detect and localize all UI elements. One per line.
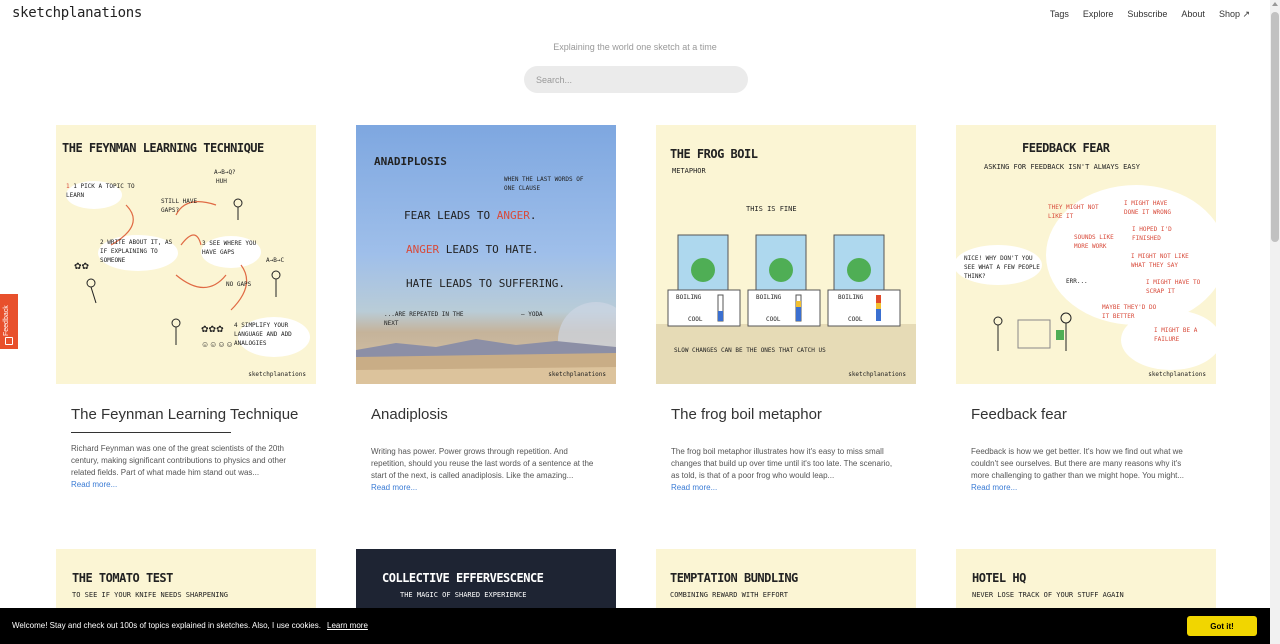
post-card[interactable]: THE FROG BOIL METAPHOR THIS IS FINE BOIL…	[656, 125, 916, 492]
sketch-repeated: ...ARE REPEATED IN THE NEXT	[384, 311, 464, 327]
sketch-thought: SOUNDS LIKE MORE WORK	[1074, 234, 1114, 250]
post-title[interactable]: Anadiplosis	[371, 406, 601, 424]
sketch-thought: I MIGHT NOT LIKE WHAT THEY SAY	[1131, 253, 1189, 269]
feedback-icon	[5, 337, 13, 345]
nav-about[interactable]: About	[1181, 9, 1205, 20]
post-thumbnail[interactable]: HOTEL HQ NEVER LOSE TRACK OF YOUR STUFF …	[956, 549, 1216, 608]
sketch-step1: 1 1 PICK A TOPIC TO LEARN	[66, 183, 135, 199]
nav-subscribe[interactable]: Subscribe	[1127, 9, 1167, 20]
read-more-link[interactable]: Read more...	[971, 483, 1201, 492]
sketch-cool: COOL	[688, 316, 703, 323]
read-more-link[interactable]: Read more...	[671, 483, 901, 492]
nav-tags[interactable]: Tags	[1050, 9, 1069, 20]
sketch-subheading: NEVER LOSE TRACK OF YOUR STUFF AGAIN	[972, 591, 1124, 599]
post-thumbnail[interactable]: COLLECTIVE EFFERVESCENCE THE MAGIC OF SH…	[356, 549, 616, 608]
sketch-cool: COOL	[848, 316, 863, 323]
post-thumbnail[interactable]: TEMPTATION BUNDLING COMBINING REWARD WIT…	[656, 549, 916, 608]
sketch-abc: A→B→C	[266, 257, 285, 264]
sketch-speech: NICE! WHY DON'T YOU SEE WHAT A FEW PEOPL…	[964, 255, 1040, 280]
feedback-label: Feedback	[3, 305, 10, 336]
feedback-tab[interactable]: Feedback	[0, 294, 18, 349]
sketch-nogaps: NO GAPS	[226, 281, 252, 288]
sketch-thought: MAYBE THEY'D DO IT BETTER	[1102, 304, 1157, 320]
post-thumbnail[interactable]: ANADIPLOSIS WHEN THE LAST WORDS OF ONE C…	[356, 125, 616, 384]
sketch-line2: ANGER LEADS TO HATE.	[406, 243, 539, 256]
post-title[interactable]: Feedback fear	[971, 406, 1201, 424]
sketch-subheading: TO SEE IF YOUR KNIFE NEEDS SHARPENING	[72, 591, 228, 599]
sketch-heading: TEMPTATION BUNDLING	[670, 571, 798, 585]
read-more-link[interactable]: Read more...	[71, 480, 301, 489]
sketch-note: WHEN THE LAST WORDS OF ONE CLAUSE	[504, 176, 584, 192]
sketch-thought: I MIGHT HAVE TO SCRAP IT	[1146, 279, 1201, 295]
sketch-still: STILL HAVE GAPS?	[161, 198, 198, 214]
sketch-heading: THE TOMATO TEST	[72, 571, 173, 585]
sketch-step4: 4 SIMPLIFY YOUR LANGUAGE AND ADD ANALOGI…	[234, 322, 292, 347]
post-card[interactable]: THE FEYNMAN LEARNING TECHNIQUE ✿✿✿ ☺☺☺☺ …	[56, 125, 316, 489]
sketch-heading: COLLECTIVE EFFERVESCENCE	[382, 571, 544, 585]
nav-shop[interactable]: Shop ↗	[1219, 9, 1250, 20]
sketch-thought: THEY MIGHT NOT LIKE IT	[1048, 204, 1099, 220]
post-excerpt: The frog boil metaphor illustrates how i…	[671, 447, 893, 480]
post-thumbnail[interactable]: FEEDBACK FEAR ASKING FOR FEEDBACK ISN'T …	[956, 125, 1216, 384]
sketch-thought: I MIGHT HAVE DONE IT WRONG	[1124, 200, 1171, 216]
sketch-heading: FEEDBACK FEAR	[1022, 141, 1110, 155]
post-card[interactable]: FEEDBACK FEAR ASKING FOR FEEDBACK ISN'T …	[956, 125, 1216, 492]
svg-text:✿✿✿: ✿✿✿	[201, 324, 224, 334]
nav-explore[interactable]: Explore	[1083, 9, 1114, 20]
sketch-heading: ANADIPLOSIS	[374, 155, 447, 168]
title-divider	[71, 432, 231, 433]
sketch-subheading: COMBINING REWARD WITH EFFORT	[670, 591, 789, 599]
post-card[interactable]: ANADIPLOSIS WHEN THE LAST WORDS OF ONE C…	[356, 125, 616, 492]
scrollbar-thumb[interactable]	[1271, 12, 1279, 242]
cookie-accept-button[interactable]: Got it!	[1187, 616, 1257, 636]
site-logo[interactable]: sketchplanations	[12, 5, 142, 21]
sketch-thought: I MIGHT BE A FAILURE	[1154, 327, 1198, 343]
sketch-abq: A→B→Q?	[214, 169, 236, 176]
post-title[interactable]: The frog boil metaphor	[671, 406, 901, 424]
post-thumbnail[interactable]: THE FROG BOIL METAPHOR THIS IS FINE BOIL…	[656, 125, 916, 384]
cookie-learn-more-link[interactable]: Learn more	[327, 621, 368, 630]
sketch-huh: HUH	[216, 178, 227, 185]
sketch-subheading: ASKING FOR FEEDBACK ISN'T ALWAYS EASY	[984, 163, 1140, 171]
sketch-signature: sketchplanations	[548, 371, 606, 378]
cookie-message: Welcome! Stay and check out 100s of topi…	[12, 621, 321, 630]
scroll-up-arrow-icon[interactable]	[1272, 2, 1278, 6]
sketch-line3: HATE LEADS TO SUFFERING.	[406, 277, 565, 290]
sketch-subheading: THE MAGIC OF SHARED EXPERIENCE	[400, 591, 527, 599]
sketch-thought: I HOPED I'D FINISHED	[1132, 226, 1172, 242]
sketch-step2: 2 WRITE ABOUT IT, AS IF EXPLAINING TO SO…	[100, 239, 173, 264]
post-thumbnail[interactable]: THE TOMATO TEST TO SEE IF YOUR KNIFE NEE…	[56, 549, 316, 608]
post-card[interactable]: COLLECTIVE EFFERVESCENCE THE MAGIC OF SH…	[356, 549, 616, 608]
sketch-line1: FEAR LEADS TO ANGER.	[404, 209, 537, 222]
sketch-heading: HOTEL HQ	[972, 571, 1026, 585]
search-input[interactable]	[524, 66, 748, 93]
sketch-boiling: BOILING	[756, 294, 782, 301]
sketch-step3: 3 SEE WHERE YOU HAVE GAPS	[202, 240, 257, 256]
cookie-banner: Welcome! Stay and check out 100s of topi…	[0, 608, 1270, 644]
sketch-cool: COOL	[766, 316, 781, 323]
post-card[interactable]: THE TOMATO TEST TO SEE IF YOUR KNIFE NEE…	[56, 549, 316, 608]
sketch-signature: sketchplanations	[848, 371, 906, 378]
sketch-boiling: BOILING	[838, 294, 864, 301]
post-excerpt: Richard Feynman was one of the great sci…	[71, 444, 287, 477]
sketch-signature: sketchplanations	[248, 371, 306, 378]
post-excerpt: Writing has power. Power grows through r…	[371, 447, 594, 480]
sketch-speech: ERR...	[1066, 278, 1088, 285]
sketch-signature: sketchplanations	[1148, 371, 1206, 378]
main-nav: Tags Explore Subscribe About Shop ↗	[1050, 9, 1250, 20]
tagline: Explaining the world one sketch at a tim…	[553, 42, 717, 52]
post-thumbnail[interactable]: THE FEYNMAN LEARNING TECHNIQUE ✿✿✿ ☺☺☺☺ …	[56, 125, 316, 384]
post-excerpt: Feedback is how we get better. It's how …	[971, 447, 1185, 480]
post-title[interactable]: The Feynman Learning Technique	[71, 406, 301, 424]
sketch-caption: SLOW CHANGES CAN BE THE ONES THAT CATCH …	[674, 347, 826, 354]
sketch-yoda: — YODA	[521, 311, 543, 318]
read-more-link[interactable]: Read more...	[371, 483, 601, 492]
post-card[interactable]: HOTEL HQ NEVER LOSE TRACK OF YOUR STUFF …	[956, 549, 1216, 608]
post-card[interactable]: TEMPTATION BUNDLING COMBINING REWARD WIT…	[656, 549, 916, 608]
sketch-boiling: BOILING	[676, 294, 702, 301]
page-scrollbar[interactable]	[1270, 0, 1280, 644]
svg-text:✿✿: ✿✿	[74, 261, 90, 271]
svg-text:☺☺☺☺: ☺☺☺☺	[201, 340, 234, 349]
